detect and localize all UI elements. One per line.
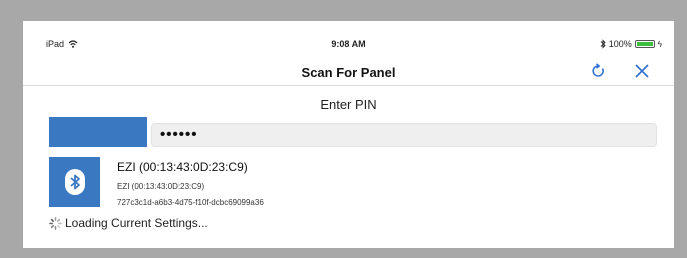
status-bar: iPad 9:08 AM 100% ϟ: [23, 21, 674, 49]
loading-status: Loading Current Settings...: [49, 216, 208, 230]
nav-bar: Scan For Panel: [23, 55, 674, 86]
spinner-icon: [49, 216, 62, 230]
close-button[interactable]: [632, 61, 652, 81]
pin-label: Enter PIN: [320, 97, 377, 112]
bluetooth-icon: [64, 169, 85, 195]
status-time: 9:08 AM: [331, 39, 366, 49]
status-right: 100% ϟ: [600, 39, 662, 49]
screenshot-frame: iPad 9:08 AM 100% ϟ Scan For Panel Enter…: [0, 0, 687, 258]
ipad-screen: iPad 9:08 AM 100% ϟ Scan For Panel Enter…: [23, 21, 674, 248]
pin-color-block: [49, 117, 147, 147]
device-uuid: 727c3c1d-a6b3-4d75-f10f-dcbc69099a36: [117, 198, 264, 207]
bluetooth-icon: [600, 39, 606, 49]
charging-icon: ϟ: [657, 39, 662, 49]
device-subtitle: EZI (00:13:43:0D:23:C9): [117, 182, 205, 191]
close-icon: [635, 64, 649, 78]
device-name[interactable]: EZI (00:13:43:0D:23:C9): [117, 160, 248, 174]
battery-percent: 100%: [608, 39, 632, 49]
refresh-icon: [592, 63, 604, 77]
battery-icon: [634, 40, 655, 48]
device-bluetooth-tile[interactable]: [49, 157, 100, 207]
pin-input[interactable]: ••••••: [151, 123, 657, 147]
loading-text: Loading Current Settings...: [65, 216, 208, 230]
page-title: Scan For Panel: [301, 65, 396, 80]
refresh-button[interactable]: [588, 61, 608, 81]
